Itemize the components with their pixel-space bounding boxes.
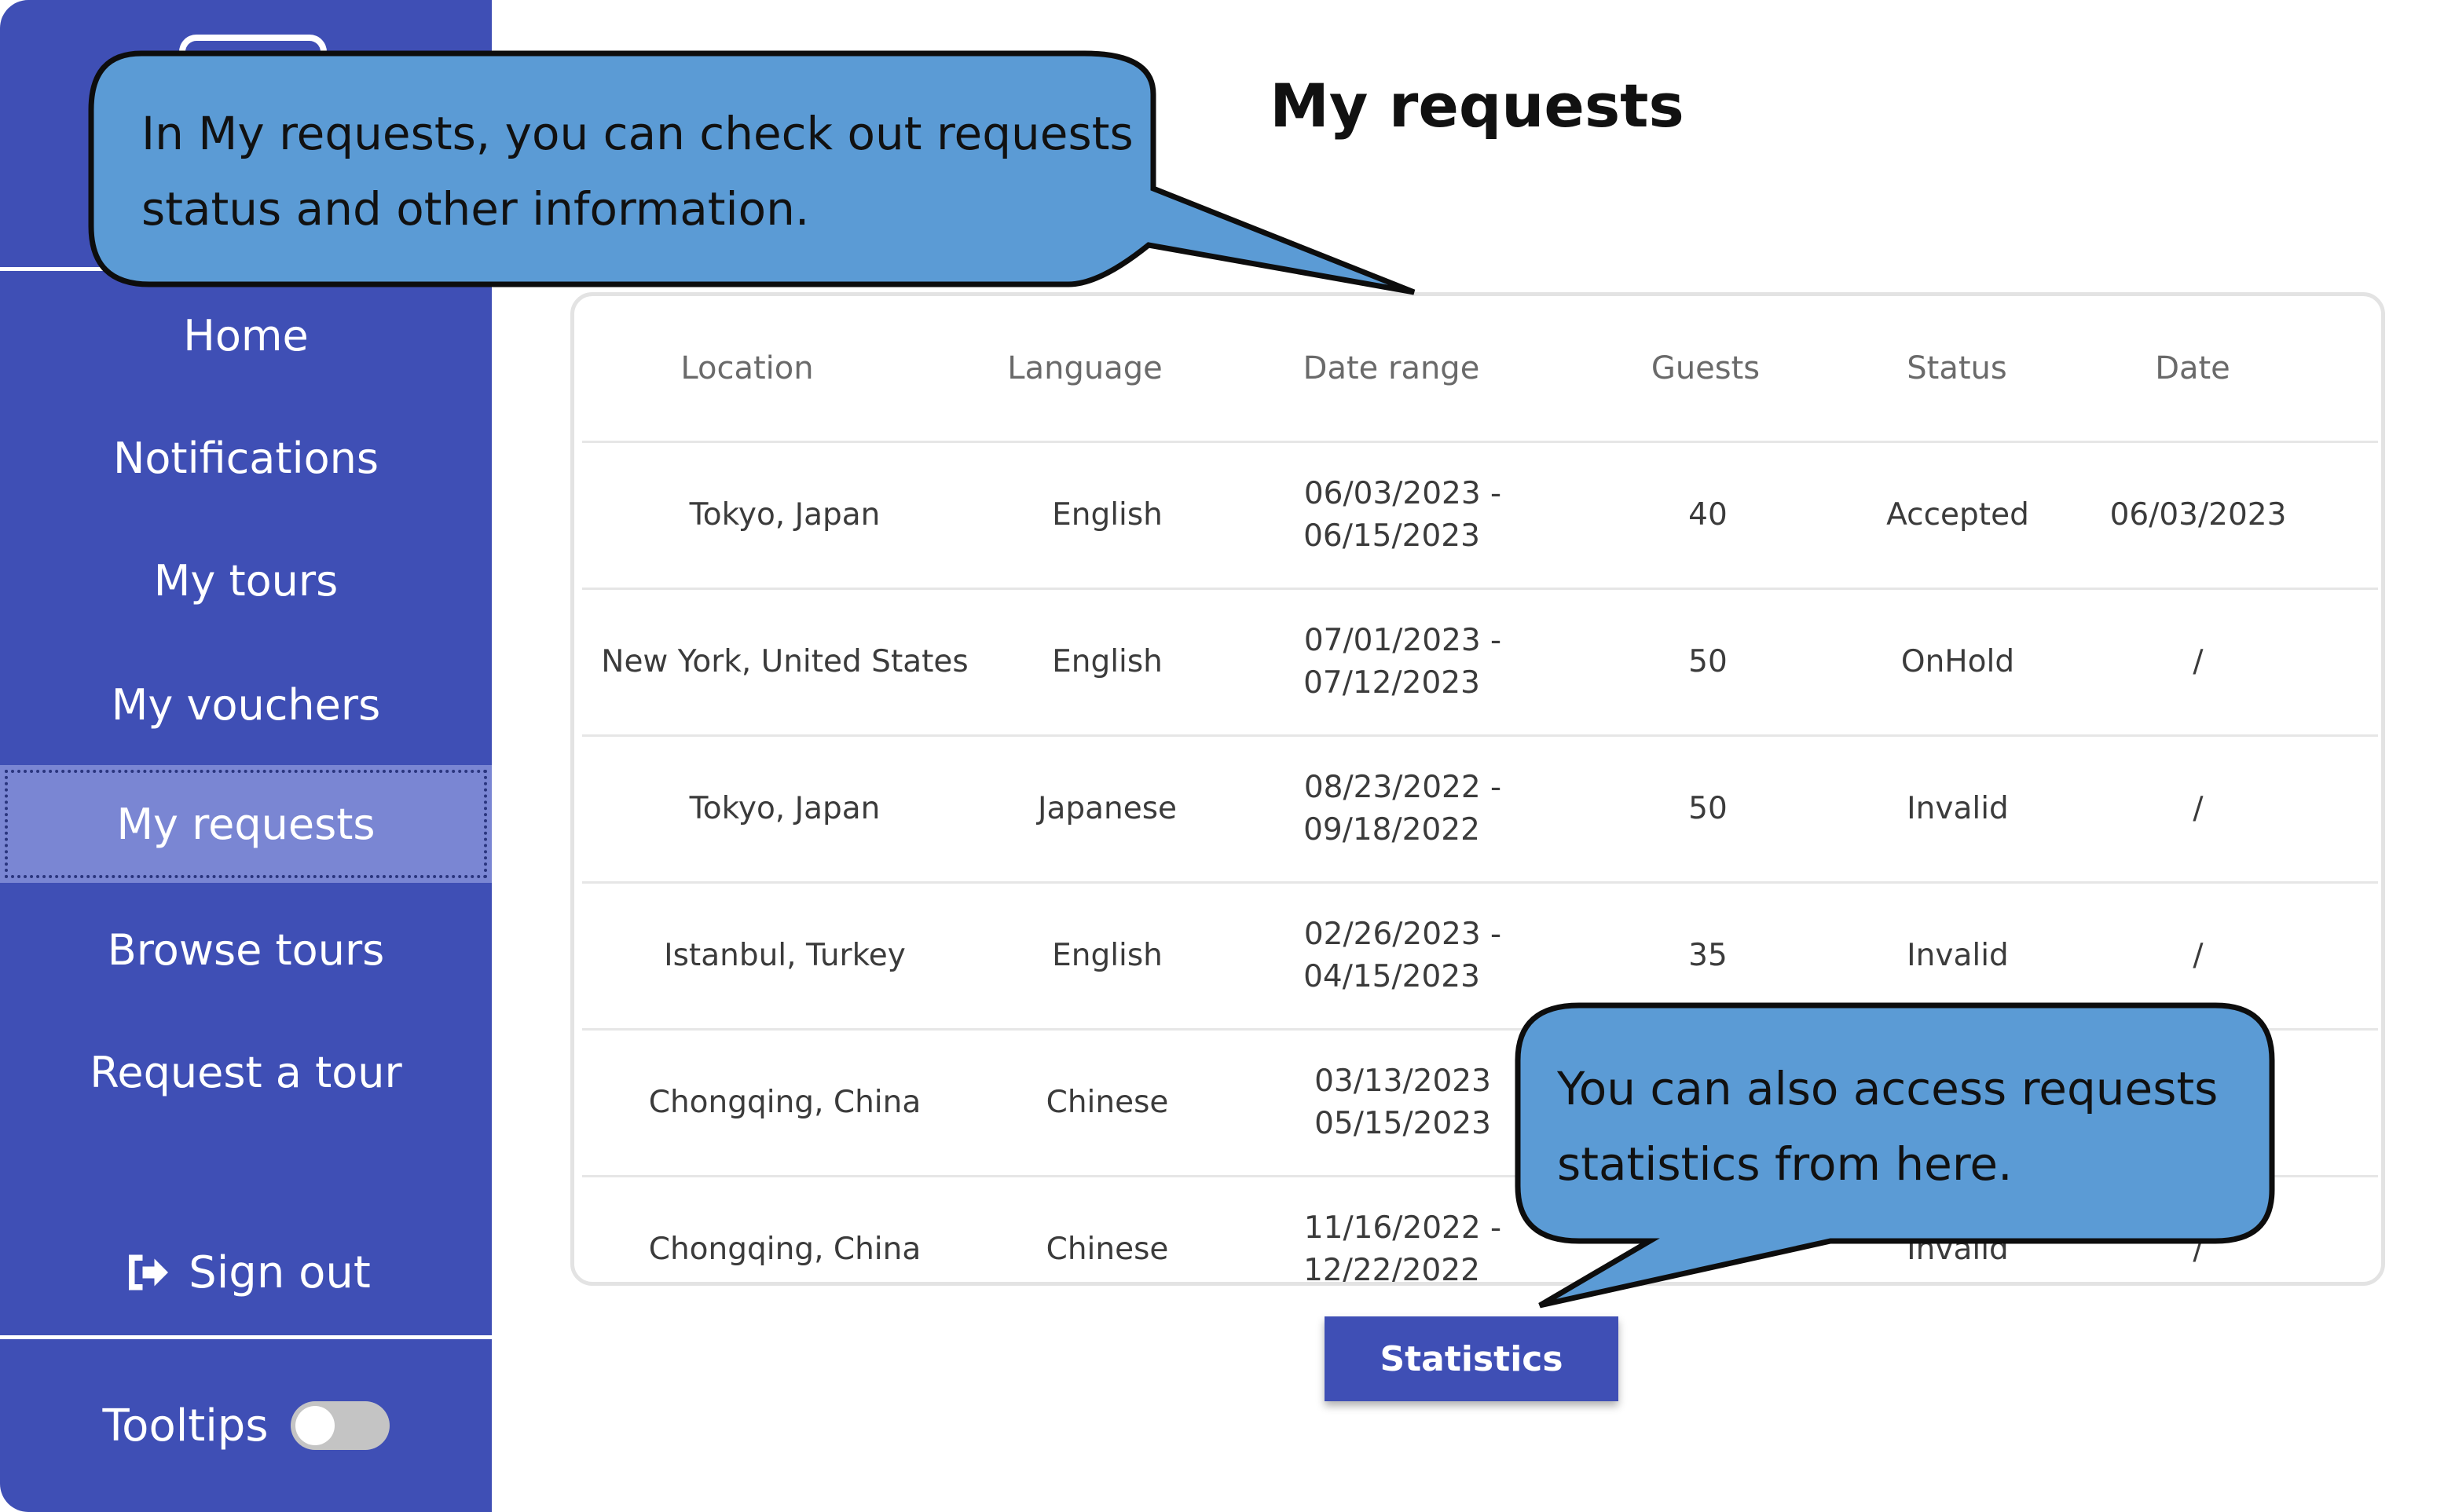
sidebar-item-label: Browse tours: [107, 924, 385, 975]
range-start: 08/23/2022 -: [1303, 770, 1502, 805]
statistics-button[interactable]: Statistics: [1325, 1316, 1618, 1401]
callout-bottom-line2: statistics from here.: [1557, 1137, 2013, 1191]
cell-language: English: [1052, 497, 1163, 533]
range-end: 06/15/2023: [1303, 518, 1480, 554]
sidebar-item-label: My requests: [116, 799, 376, 849]
sidebar-item-label: Request a tour: [90, 1047, 402, 1097]
cell-location: Chongqing, China: [648, 1085, 922, 1120]
column-header-location: Location: [680, 350, 814, 386]
cell-guests: 35: [1688, 938, 1728, 973]
sidebar-item-my-vouchers[interactable]: My vouchers: [0, 646, 492, 763]
cell-status: Accepted: [1886, 497, 2029, 533]
cell-date-range: 08/23/2022 - 09/18/2022: [1227, 737, 1578, 881]
cell-language: Japanese: [1037, 791, 1178, 826]
sidebar-item-my-tours[interactable]: My tours: [0, 522, 492, 639]
cell-guests: 50: [1688, 644, 1728, 679]
cell-language: English: [1052, 938, 1163, 973]
callout-bottom-text: You can also access requests statistics …: [1557, 1051, 2218, 1202]
range-end: 04/15/2023: [1303, 959, 1480, 994]
cell-guests: 50: [1688, 791, 1728, 826]
column-header-status: Status: [1907, 350, 2007, 386]
sidebar-item-notifications[interactable]: Notifications: [0, 399, 492, 517]
cell-status: Invalid: [1907, 938, 2009, 973]
sidebar-item-my-requests[interactable]: My requests: [0, 765, 492, 883]
table-row[interactable]: Tokyo, Japan Japanese 08/23/2022 - 09/18…: [582, 737, 2378, 884]
range-start: 11/16/2022 -: [1303, 1210, 1502, 1246]
cell-status: OnHold: [1900, 644, 2015, 679]
cell-date-range: 03/13/2023 05/15/2023: [1227, 1031, 1578, 1175]
cell-language: Chinese: [1046, 1232, 1169, 1267]
cell-location: Istanbul, Turkey: [664, 938, 906, 973]
table-row[interactable]: Tokyo, Japan English 06/03/2023 - 06/15/…: [582, 443, 2378, 590]
sign-out-button[interactable]: Sign out: [0, 1217, 492, 1327]
cell-date-range: 07/01/2023 - 07/12/2023: [1227, 590, 1578, 734]
callout-top-line2: status and other information.: [141, 182, 810, 236]
sidebar-item-label: Home: [183, 310, 309, 361]
cell-language: English: [1052, 644, 1163, 679]
tooltips-toggle[interactable]: [290, 1401, 390, 1450]
sign-out-label: Sign out: [189, 1247, 371, 1298]
app-window: Home Notifications My tours My vouchers …: [0, 0, 2455, 1512]
cell-location: Tokyo, Japan: [689, 497, 881, 533]
sidebar-item-label: My vouchers: [111, 679, 381, 730]
sidebar-item-browse-tours[interactable]: Browse tours: [0, 891, 492, 1009]
table-row[interactable]: Istanbul, Turkey English 02/26/2023 - 04…: [582, 884, 2378, 1031]
range-end: 07/12/2023: [1303, 665, 1480, 701]
tooltips-setting: Tooltips: [0, 1382, 492, 1469]
page-title: My requests: [1270, 71, 1684, 141]
callout-bottom-line1: You can also access requests: [1557, 1062, 2219, 1115]
cell-language: Chinese: [1046, 1085, 1169, 1120]
app-logo: [179, 35, 327, 88]
sidebar-item-home[interactable]: Home: [0, 276, 492, 394]
sidebar-divider-bottom: [0, 1335, 492, 1339]
range-start: 07/01/2023 -: [1303, 623, 1502, 658]
column-header-date: Date: [2155, 350, 2230, 386]
cell-location: Tokyo, Japan: [689, 791, 881, 826]
toggle-knob: [295, 1406, 335, 1445]
tooltips-label: Tooltips: [102, 1400, 269, 1452]
sign-out-icon: [129, 1254, 169, 1291]
cell-date-range: 06/03/2023 - 06/15/2023: [1227, 443, 1578, 588]
table-header: Location Language Date range Guests Stat…: [582, 296, 2378, 443]
range-end: 05/15/2023: [1314, 1106, 1491, 1141]
cell-date: /: [2193, 791, 2204, 826]
cell-date: /: [2193, 644, 2204, 679]
cell-location: New York, United States: [601, 644, 969, 679]
column-header-date-range: Date range: [1303, 350, 1480, 386]
cell-date-range: 11/16/2022 - 12/22/2022: [1227, 1177, 1578, 1286]
sidebar-divider-top: [0, 267, 492, 271]
range-start: 02/26/2023 -: [1303, 917, 1502, 952]
column-header-language: Language: [1007, 350, 1163, 386]
cell-date: 06/03/2023: [2109, 497, 2287, 533]
range-end: 09/18/2022: [1303, 812, 1480, 848]
range-start: 06/03/2023 -: [1303, 476, 1502, 511]
callout-top-line1: In My requests, you can check out reques…: [141, 107, 1134, 160]
sidebar-item-request-a-tour[interactable]: Request a tour: [0, 1013, 492, 1131]
cell-location: Chongqing, China: [648, 1232, 922, 1267]
sidebar-item-label: My tours: [153, 555, 339, 606]
cell-guests: 40: [1688, 497, 1728, 533]
callout-top-text: In My requests, you can check out reques…: [141, 96, 1134, 247]
cell-date: /: [2193, 938, 2204, 973]
sidebar-item-label: Notifications: [113, 433, 379, 483]
range-end: 12/22/2022: [1303, 1253, 1480, 1286]
range-start: 03/13/2023: [1314, 1064, 1491, 1099]
table-row[interactable]: New York, United States English 07/01/20…: [582, 590, 2378, 737]
cell-date-range: 02/26/2023 - 04/15/2023: [1227, 884, 1578, 1028]
cell-status: Invalid: [1907, 791, 2009, 826]
column-header-guests: Guests: [1651, 350, 1761, 386]
